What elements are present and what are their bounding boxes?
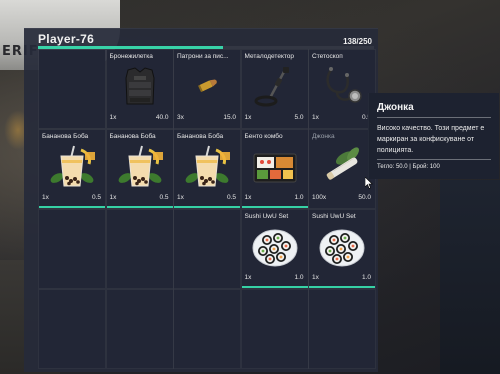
item-durability-bar: [241, 285, 308, 288]
inventory-slot[interactable]: Джонка 100x 50.0: [308, 129, 376, 209]
banana-boba-icon: [115, 144, 165, 188]
item-durability-bar: [39, 205, 105, 208]
bento-combo-icon: [250, 144, 300, 188]
pistol-ammo-icon: [182, 64, 232, 108]
empty-inventory-slot[interactable]: [105, 289, 174, 369]
inventory-slot[interactable]: Sushi UwU Set 1x 1.0: [308, 209, 376, 289]
inventory-slot[interactable]: Патрони за пис... 3x 15.0: [173, 49, 241, 129]
empty-inventory-slot[interactable]: [38, 289, 106, 369]
item-name: Джонка: [312, 133, 335, 140]
item-name: Sushi UwU Set: [244, 213, 289, 220]
item-weight: 50.0: [358, 194, 371, 201]
item-quantity: 1x: [244, 194, 252, 201]
item-weight: 0.5: [226, 194, 236, 201]
item-name: Металодетектор: [244, 53, 295, 60]
item-durability-bar: [106, 205, 173, 208]
inventory-slot[interactable]: Sushi UwU Set 1x 1.0: [240, 209, 309, 289]
tooltip-meta: Тегло: 50.0 | Брой: 100: [377, 164, 440, 170]
banana-boba-icon: [47, 144, 97, 188]
joint-icon: [317, 144, 367, 188]
tooltip-description: Високо качество. Този предмет е маркиран…: [377, 125, 485, 154]
item-weight: 5.0: [294, 114, 304, 121]
empty-inventory-slot[interactable]: [105, 209, 174, 289]
item-weight: 1.0: [294, 274, 304, 281]
tooltip-title: Джонка: [377, 102, 414, 113]
empty-inventory-slot[interactable]: [308, 289, 376, 369]
item-name: Стетоскоп: [312, 53, 343, 60]
mouse-cursor-icon: [365, 177, 373, 189]
item-name: Бананова Боба: [42, 133, 89, 140]
banana-boba-icon: [182, 144, 232, 188]
inventory-slot[interactable]: Металодетектор 1x 5.0: [240, 49, 309, 129]
inventory-slot[interactable]: Стетоскоп 1x 0.5: [308, 49, 376, 129]
body-armor-icon: [115, 64, 165, 108]
item-name: Бенто комбо: [244, 133, 283, 140]
item-quantity: 1x: [177, 194, 184, 201]
empty-inventory-slot[interactable]: [173, 289, 241, 369]
tooltip-divider: [377, 159, 491, 160]
item-weight: 40.0: [155, 114, 169, 121]
item-durability-bar: [241, 205, 308, 208]
inventory-slot[interactable]: Бананова Боба 1x 0.5: [173, 129, 241, 209]
item-quantity: 100x: [312, 194, 327, 201]
item-quantity: 1x: [244, 114, 252, 121]
metal-detector-icon: [250, 64, 300, 108]
item-name: Sushi UwU Set: [312, 213, 356, 220]
item-quantity: 3x: [177, 114, 184, 121]
inventory-panel: Player-76 138/250 Бронежилетка 1x 40.0 Пат…: [24, 28, 378, 372]
item-weight: 1.0: [294, 194, 304, 201]
item-quantity: 1x: [244, 274, 252, 281]
item-weight: 1.0: [361, 274, 371, 281]
item-quantity: 1x: [109, 114, 117, 121]
empty-inventory-slot[interactable]: [240, 289, 309, 369]
empty-inventory-slot[interactable]: [38, 209, 106, 289]
weight-progress-fill: [38, 46, 224, 49]
building: [440, 180, 500, 374]
item-durability-bar: [174, 205, 240, 208]
item-durability-bar: [309, 285, 375, 288]
inventory-grid: Бронежилетка 1x 40.0 Патрони за пис... 3x 1…: [38, 49, 376, 370]
sushi-set-icon: [250, 224, 300, 268]
item-quantity: 1x: [312, 114, 319, 121]
sushi-set-icon: [317, 224, 367, 268]
item-quantity: 1x: [109, 194, 117, 201]
inventory-slot[interactable]: Бананова Боба 1x 0.5: [38, 129, 106, 209]
item-quantity: 1x: [42, 194, 49, 201]
inventory-slot[interactable]: Бенто комбо 1x 1.0: [240, 129, 309, 209]
empty-inventory-slot[interactable]: [173, 209, 241, 289]
item-weight: 15.0: [223, 114, 236, 121]
inventory-slot[interactable]: Бронежилетка 1x 40.0: [105, 49, 174, 129]
item-name: Бронежилетка: [109, 53, 153, 60]
player-name: Player-76: [38, 32, 95, 46]
item-quantity: 1x: [312, 274, 319, 281]
item-name: Патрони за пис...: [177, 53, 229, 60]
item-name: Бананова Боба: [109, 133, 156, 140]
weight-progress-bar: [38, 46, 374, 49]
inventory-capacity: 138/250: [343, 37, 372, 46]
stethoscope-icon: [317, 64, 367, 108]
inventory-slot[interactable]: Бананова Боба 1x 0.5: [105, 129, 174, 209]
inventory-header: Player-76 138/250: [24, 29, 378, 49]
item-tooltip: Джонка Високо качество. Този предмет е м…: [368, 93, 499, 179]
empty-inventory-slot[interactable]: [38, 49, 106, 129]
tooltip-divider: [377, 117, 491, 118]
item-weight: 0.5: [159, 194, 169, 201]
item-name: Бананова Боба: [177, 133, 224, 140]
item-weight: 0.5: [91, 194, 101, 201]
